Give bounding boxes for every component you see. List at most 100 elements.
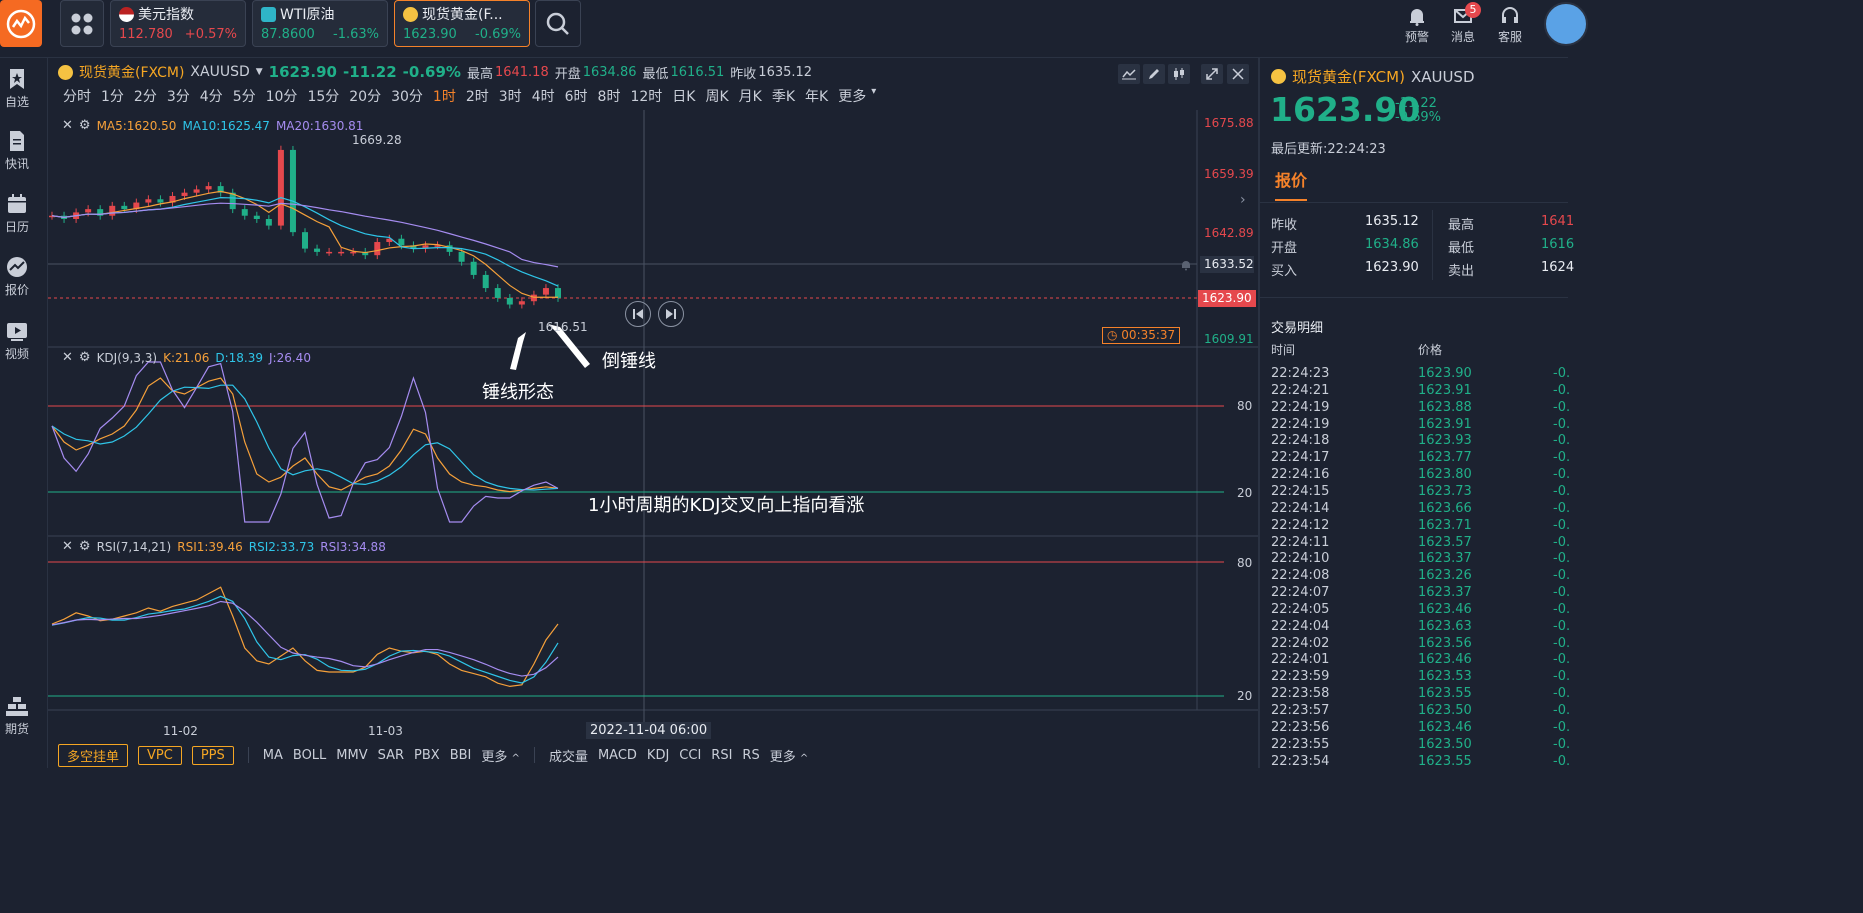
timeframe-tab[interactable]: 月K xyxy=(734,86,767,108)
settings-icon[interactable]: ⚙ xyxy=(79,350,91,365)
timeframe-tab[interactable]: 10分 xyxy=(261,86,303,108)
timeframe-tab[interactable]: 周K xyxy=(700,86,733,108)
trade-change: -0.7 xyxy=(1553,534,1569,550)
indicator-rsi[interactable]: RSI xyxy=(711,748,732,763)
close-chart-button[interactable] xyxy=(1227,64,1249,84)
close-icon[interactable]: ✕ xyxy=(62,350,73,365)
ticker-usd-index[interactable]: 美元指数 112.780 +0.57% xyxy=(110,0,246,47)
long-short-orders-button[interactable]: 多空挂单 xyxy=(58,743,129,767)
nav-calendar[interactable]: 日历 xyxy=(0,193,34,235)
close-icon[interactable]: ✕ xyxy=(62,539,73,554)
chart-type-button[interactable] xyxy=(1168,64,1190,84)
bell-icon[interactable] xyxy=(1176,256,1196,273)
trade-change: -0.7 xyxy=(1553,736,1569,752)
timeframe-tab[interactable]: 季K xyxy=(767,86,800,108)
last-updated: 最后更新:22:24:23 xyxy=(1271,142,1386,157)
prev-button[interactable] xyxy=(625,301,651,327)
more-main-indicators[interactable]: 更多 ^ xyxy=(481,746,520,765)
tab-quote[interactable]: 报价 xyxy=(1275,167,1308,201)
timeframe-tab[interactable]: 1时 xyxy=(428,86,461,108)
trade-change: -0.7 xyxy=(1553,585,1569,601)
settings-icon[interactable]: ⚙ xyxy=(79,118,91,133)
trade-change: -0.7 xyxy=(1553,719,1569,735)
indicator-macd[interactable]: MACD xyxy=(598,748,637,763)
inverted-hammer-annotation: 倒锤线 xyxy=(602,351,656,372)
trade-change: -0.7 xyxy=(1553,652,1569,668)
candle-body xyxy=(326,251,333,254)
timeframe-tab[interactable]: 4时 xyxy=(527,86,560,108)
nav-watchlist[interactable]: 自选 xyxy=(0,68,34,110)
alert-button[interactable]: 预警 xyxy=(1397,6,1437,45)
timeframe-tab[interactable]: 3分 xyxy=(162,86,195,108)
indicator-ma[interactable]: MA xyxy=(263,748,283,763)
ticker-wti[interactable]: WTI原油 87.8600 -1.63% xyxy=(252,0,388,47)
timeframe-tab[interactable]: 6时 xyxy=(560,86,593,108)
timeframe-tab[interactable]: 更多 xyxy=(833,86,871,108)
indicator-boll[interactable]: BOLL xyxy=(293,748,326,763)
close-icon xyxy=(1232,68,1244,80)
expand-button[interactable] xyxy=(1201,64,1223,84)
trade-row: 22:24:01 1623.46 -0.7 xyxy=(1271,652,1569,669)
indicator-rs[interactable]: RS xyxy=(742,748,759,763)
timeframe-tab[interactable]: 12时 xyxy=(625,86,667,108)
draw-tool-button[interactable] xyxy=(1143,64,1165,84)
timeframe-tab[interactable]: 分时 xyxy=(58,86,96,108)
app-logo[interactable] xyxy=(0,0,42,47)
candle-body xyxy=(542,288,549,295)
divider xyxy=(1260,202,1568,203)
timeframe-tab[interactable]: 2时 xyxy=(461,86,494,108)
nav-news[interactable]: 快讯 xyxy=(0,130,34,172)
nav-label: 自选 xyxy=(4,95,29,109)
vpc-button[interactable]: VPC xyxy=(138,745,182,765)
timeframe-tab[interactable]: 8时 xyxy=(593,86,626,108)
trade-change: -0.6 xyxy=(1553,382,1569,398)
timeframe-tab[interactable]: 日K xyxy=(667,86,700,108)
y-tick: 1642.89 xyxy=(1204,226,1254,240)
close-icon[interactable]: ✕ xyxy=(62,118,73,133)
nav-video[interactable]: 视频 xyxy=(0,320,34,362)
chevron-down-icon[interactable]: ▾ xyxy=(871,86,876,108)
timeframe-tab[interactable]: 20分 xyxy=(344,86,386,108)
chevron-down-icon[interactable]: ▼ xyxy=(256,67,263,77)
ma20-legend: MA20:1630.81 xyxy=(275,118,364,133)
nav-futures[interactable]: 期货 xyxy=(0,695,34,737)
user-avatar[interactable] xyxy=(1544,2,1588,46)
timeframe-tab[interactable]: 2分 xyxy=(129,86,162,108)
timeframe-tab[interactable]: 15分 xyxy=(302,86,344,108)
trade-price: 1623.91 xyxy=(1418,416,1472,432)
timeframe-tab[interactable]: 4分 xyxy=(195,86,228,108)
indicator-mmv[interactable]: MMV xyxy=(336,748,367,763)
indicator-tool-button[interactable] xyxy=(1118,64,1140,84)
candle-body xyxy=(482,274,489,289)
indicator-sar[interactable]: SAR xyxy=(378,748,404,763)
more-sub-indicators[interactable]: 更多 ^ xyxy=(770,746,809,765)
indicator-cci[interactable]: CCI xyxy=(679,748,701,763)
nav-quotes[interactable]: 报价 xyxy=(0,256,34,298)
indicator-pbx[interactable]: PBX xyxy=(414,748,440,763)
timeframe-tab[interactable]: 5分 xyxy=(228,86,261,108)
timeframe-tab[interactable]: 30分 xyxy=(386,86,428,108)
timeframe-tab[interactable]: 年K xyxy=(800,86,833,108)
trades-list[interactable]: 22:24:231623.90-0.622:24:211623.91-0.622… xyxy=(1259,366,1569,768)
quote-value: 1634.86 xyxy=(1365,237,1419,252)
trade-change: -0.7 xyxy=(1553,601,1569,617)
indicator-kdj[interactable]: KDJ xyxy=(647,748,669,763)
timeframe-tab[interactable]: 3时 xyxy=(494,86,527,108)
x-tick: 11-03 xyxy=(368,724,403,738)
next-button[interactable] xyxy=(658,301,684,327)
ticker-gold[interactable]: 现货黄金(F... 1623.90 -0.69% xyxy=(394,0,530,47)
ticker-price: 112.780 xyxy=(119,27,173,42)
timeframe-tab[interactable]: 1分 xyxy=(96,86,129,108)
chart-code[interactable]: XAUUSD xyxy=(190,64,249,80)
indicator-bbi[interactable]: BBI xyxy=(450,748,472,763)
quote-change-pct: -0.69% xyxy=(1395,110,1441,125)
settings-icon[interactable]: ⚙ xyxy=(79,539,91,554)
chevron-right-icon[interactable]: › xyxy=(1240,192,1246,208)
apps-grid-button[interactable] xyxy=(60,0,104,47)
search-button[interactable] xyxy=(535,0,581,47)
indicator-volume[interactable]: 成交量 xyxy=(549,746,588,765)
chart-area[interactable] xyxy=(48,110,1258,742)
more-label: 更多 xyxy=(769,749,796,765)
pps-button[interactable]: PPS xyxy=(191,745,234,765)
support-button[interactable]: 客服 xyxy=(1490,6,1530,45)
